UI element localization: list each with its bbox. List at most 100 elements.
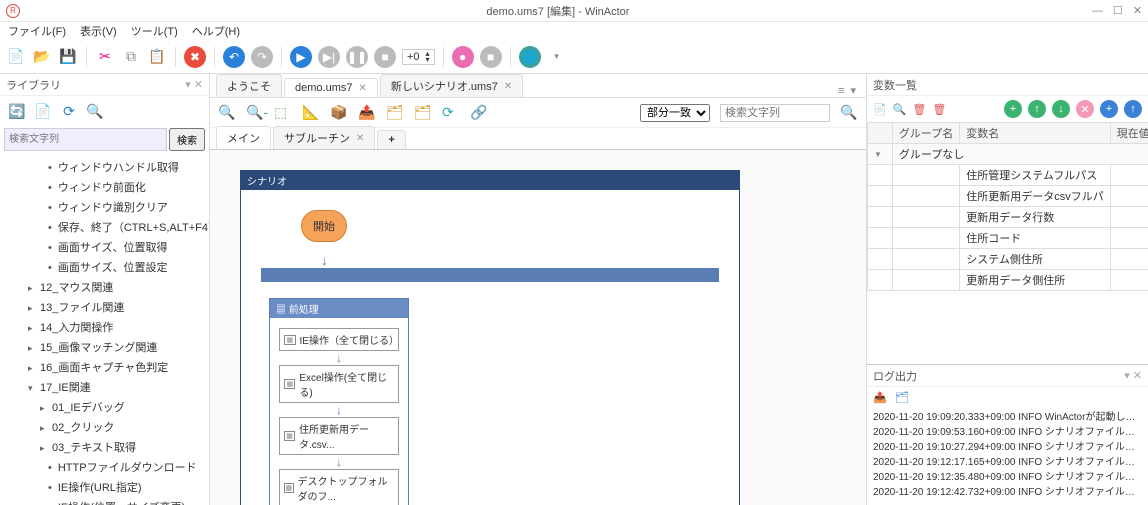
search-go-icon[interactable]: 🔍 (840, 104, 858, 122)
pause-button[interactable]: ❚❚ (346, 46, 368, 68)
tree-leaf[interactable]: ウィンドウ識別クリア (0, 197, 209, 217)
lib-sync-icon[interactable]: ⟳ (60, 102, 78, 120)
var-row[interactable]: 更新用データ行数 (868, 207, 1148, 228)
var-plus2-button[interactable]: + (1100, 100, 1118, 118)
library-search-button[interactable]: 検索 (169, 128, 205, 151)
fit-icon[interactable]: ⬚ (274, 104, 292, 122)
var-search-icon[interactable]: 🔍 (893, 103, 907, 116)
tree-leaf[interactable]: ウィンドウ前面化 (0, 177, 209, 197)
tree-leaf[interactable]: 画面サイズ、位置取得 (0, 237, 209, 257)
log-clear-icon[interactable]: 🗂 (895, 391, 909, 404)
bar-node[interactable] (261, 268, 719, 282)
action-node[interactable]: ▦住所更新用データ.csv... (279, 417, 399, 455)
tree-leaf[interactable]: ウィンドウハンドル取得 (0, 157, 209, 177)
tool-icon[interactable]: 🗂 (386, 104, 404, 122)
tabs-menu-icon[interactable]: ▾ (850, 84, 856, 97)
play-button[interactable]: ▶ (290, 46, 312, 68)
tree-subfolder[interactable]: 02_クリック (0, 417, 209, 437)
var-down-button[interactable]: ↓ (1052, 100, 1070, 118)
tree-folder[interactable]: 16_画面キャプチャ色判定 (0, 357, 209, 377)
tool-icon[interactable]: 📐 (302, 104, 320, 122)
var-up2-button[interactable]: ↑ (1124, 100, 1142, 118)
var-row[interactable]: 住所管理システムフルパス (868, 165, 1148, 186)
tree-leaf[interactable]: HTTPファイルダウンロード (0, 457, 209, 477)
action-node[interactable]: ▦デスクトップフォルダのフ... (279, 469, 399, 505)
tool-icon[interactable]: 📦 (330, 104, 348, 122)
var-row[interactable]: 住所更新用データcsvフルパ (868, 186, 1148, 207)
tabs-list-icon[interactable]: ≡ (838, 85, 844, 97)
canvas-search-input[interactable] (720, 104, 830, 122)
tool-icon[interactable]: 📤 (358, 104, 376, 122)
tab-demo[interactable]: demo.ums7✕ (284, 78, 378, 97)
subtab-sub[interactable]: サブルーチン✕ (273, 126, 375, 149)
menu-file[interactable]: ファイル(F) (4, 23, 70, 39)
var-row[interactable]: システム側住所 (868, 249, 1148, 270)
tree-subfolder[interactable]: 03_テキスト取得 (0, 437, 209, 457)
new-icon[interactable]: 📄 (6, 47, 26, 67)
lib-refresh-icon[interactable]: 🔄 (8, 102, 26, 120)
record-button[interactable]: ● (452, 46, 474, 68)
log-export-icon[interactable]: 📤 (873, 391, 887, 404)
menu-help[interactable]: ヘルプ(H) (188, 23, 244, 39)
action-node[interactable]: ▦IE操作（全て閉じる） (279, 328, 399, 351)
col-var[interactable]: 変数名 (960, 123, 1111, 144)
col-val[interactable]: 現在値 (1110, 123, 1148, 144)
tool-icon[interactable]: ⟳ (442, 104, 460, 122)
cut-icon[interactable]: ✂ (95, 47, 115, 67)
lib-search-icon[interactable]: 🔍 (86, 102, 104, 120)
tool-icon[interactable]: 🗂 (414, 104, 432, 122)
subtab-add[interactable]: + (377, 130, 405, 149)
var-add-icon[interactable]: 📄 (873, 103, 887, 116)
var-row[interactable]: 更新用データ側住所 (868, 270, 1148, 291)
zoom-out-icon[interactable]: 🔍- (246, 104, 264, 122)
subtab-main[interactable]: メイン (216, 126, 271, 149)
undo-button[interactable]: ↶ (223, 46, 245, 68)
tab-close-icon[interactable]: ✕ (504, 81, 512, 92)
tree-folder[interactable]: 12_マウス関連 (0, 277, 209, 297)
col-group[interactable]: グループ名 (892, 123, 959, 144)
tab-close-icon[interactable]: ✕ (358, 83, 366, 94)
speed-control[interactable]: +0▴▾ (402, 49, 435, 65)
tab-close-icon[interactable]: ✕ (356, 133, 364, 144)
paste-icon[interactable]: 📋 (147, 47, 167, 67)
tree-folder-open[interactable]: 17_IE関連 (0, 377, 209, 397)
tab-welcome[interactable]: ようこそ (216, 74, 282, 97)
var-plus-button[interactable]: + (1004, 100, 1022, 118)
open-icon[interactable]: 📂 (32, 47, 52, 67)
record-stop-button[interactable]: ■ (480, 46, 502, 68)
minimize-button[interactable]: ― (1092, 5, 1103, 17)
web-button[interactable]: 🌐 (519, 46, 541, 68)
group-node[interactable]: ▦ 前処理 ▦IE操作（全て閉じる） ↓ ▦Excel操作(全て閉じる) ↓ ▦… (269, 298, 409, 505)
tree-leaf[interactable]: IE操作(位置・サイズ変更) (0, 497, 209, 505)
menu-view[interactable]: 表示(V) (76, 23, 121, 39)
tree-folder[interactable]: 15_画像マッチング関連 (0, 337, 209, 357)
search-mode-select[interactable]: 部分一致 (640, 104, 710, 122)
flowchart-canvas[interactable]: シナリオ 開始 ↓ ▦ 前処理 ▦IE操作（全て閉じる） ↓ ▦Excel操作(… (210, 150, 866, 505)
var-del2-icon[interactable]: 🗑 (932, 103, 946, 116)
tree-subfolder[interactable]: 01_IEデバッグ (0, 397, 209, 417)
group-row[interactable]: グループなし (892, 144, 1148, 165)
library-tree[interactable]: ウィンドウハンドル取得 ウィンドウ前面化 ウィンドウ識別クリア 保存、終了（CT… (0, 153, 209, 505)
variables-grid[interactable]: グループ名変数名現在値 ▼グループなし 住所管理システムフルパス 住所更新用デー… (867, 122, 1148, 364)
close-button[interactable]: ✕ (1133, 4, 1142, 17)
panel-menu-icon[interactable]: ▾ ✕ (185, 78, 203, 91)
zoom-in-icon[interactable]: 🔍+ (218, 104, 236, 122)
redo-button[interactable]: ↷ (251, 46, 273, 68)
stop2-button[interactable]: ■ (374, 46, 396, 68)
copy-icon[interactable]: ⧉ (121, 47, 141, 67)
var-remove-button[interactable]: ✕ (1076, 100, 1094, 118)
dropdown-icon[interactable]: ▾ (547, 47, 567, 67)
scenario-container[interactable]: シナリオ 開始 ↓ ▦ 前処理 ▦IE操作（全て閉じる） ↓ ▦Excel操作(… (240, 170, 740, 505)
step-button[interactable]: ▶| (318, 46, 340, 68)
tool-icon[interactable]: 🔗 (470, 104, 488, 122)
log-output[interactable]: 2020-11-20 19:09:20.333+09:00 INFO WinAc… (867, 408, 1148, 505)
maximize-button[interactable]: ☐ (1113, 4, 1123, 17)
tree-leaf[interactable]: 画面サイズ、位置設定 (0, 257, 209, 277)
var-row[interactable]: 住所コード (868, 228, 1148, 249)
var-del-icon[interactable]: 🗑 (912, 103, 926, 116)
menu-tool[interactable]: ツール(T) (127, 23, 182, 39)
tab-new[interactable]: 新しいシナリオ.ums7✕ (380, 74, 523, 97)
save-icon[interactable]: 💾 (58, 47, 78, 67)
tree-leaf[interactable]: IE操作(URL指定) (0, 477, 209, 497)
var-up-button[interactable]: ↑ (1028, 100, 1046, 118)
